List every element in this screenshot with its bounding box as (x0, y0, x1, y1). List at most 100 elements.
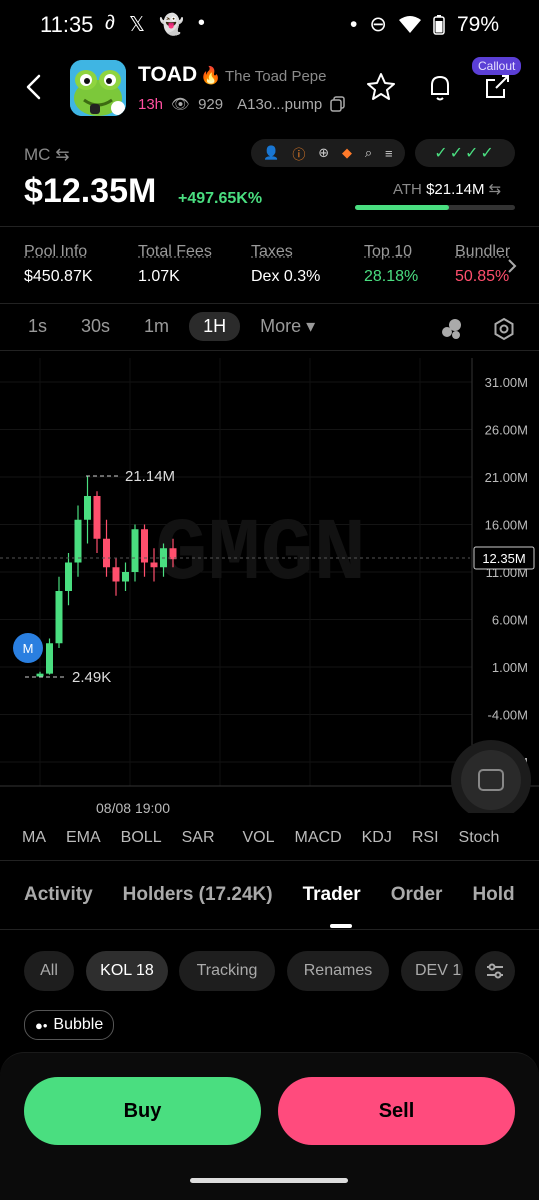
ath-value: $21.14M (426, 181, 485, 198)
y-tick-label: 31.00M (485, 375, 528, 390)
y-axis: 31.00M26.00M21.00M16.00M11.00M6.00M1.00M… (485, 375, 528, 770)
timeframe-2[interactable]: 1m (130, 312, 183, 341)
stat-value: Dex 0.3% (251, 268, 321, 285)
view-count: 929 (198, 95, 224, 113)
stat-label: Top 10 (364, 243, 413, 260)
x-icon: 𝕏 (128, 14, 146, 36)
tab-0[interactable]: Activity (24, 884, 93, 906)
indicator-bar: MA EMA BOLL SAR VOL MACD KDJ RSI Stoch (22, 829, 499, 847)
candle-body (36, 673, 44, 677)
swap-icon[interactable]: ⇆ (489, 181, 502, 198)
swap-icon: ⇆ (55, 145, 70, 164)
ath-label: ATH $21.14M ⇆ (393, 181, 502, 198)
indicator-macd[interactable]: MACD (295, 829, 342, 847)
token-name: The Toad Pepe (225, 68, 327, 85)
candle-body (122, 572, 129, 582)
candle-body (65, 562, 72, 591)
warning-icon: ⓘ (292, 146, 306, 162)
bubble-map-icon[interactable] (440, 318, 464, 340)
stat-value: 28.18% (364, 268, 419, 285)
settings-icon[interactable] (492, 317, 516, 341)
y-tick-label: 21.00M (485, 470, 528, 485)
copy-icon[interactable] (330, 96, 346, 112)
x-axis-label: 08/08 19:00 (96, 800, 170, 813)
market-cap-value: $12.35M (24, 172, 157, 210)
stat-bundler[interactable]: Bundler 50.85% (455, 243, 510, 286)
indicator-sar[interactable]: SAR (182, 829, 215, 847)
tab-3[interactable]: Order (391, 884, 443, 906)
candle-body (74, 519, 82, 563)
security-badges[interactable]: 👤 ⓘ ⊕ ◆ ⌕ ≡ (251, 139, 405, 167)
divider (0, 860, 539, 861)
stat-label: Taxes (251, 243, 293, 260)
home-indicator[interactable] (190, 1178, 348, 1183)
eye-icon: 👁 (171, 96, 191, 113)
stat-taxes[interactable]: Taxes Dex 0.3% (251, 243, 320, 286)
indicator-kdj[interactable]: KDJ (362, 829, 392, 847)
share-icon[interactable] (480, 70, 514, 104)
stat-pool-info[interactable]: Pool Info $450.87K (24, 243, 93, 286)
indicator-rsi[interactable]: RSI (412, 829, 439, 847)
filter-chip[interactable]: All (24, 951, 74, 991)
chevron-right-icon[interactable] (505, 258, 519, 274)
metamask-icon: ◆ (342, 145, 352, 160)
filter-chip[interactable]: Tracking (179, 951, 275, 991)
wallet-button-inner (461, 750, 521, 810)
status-time: 11:35 (40, 12, 94, 37)
y-tick-label: 6.00M (492, 613, 528, 628)
bubble-icon: ●• (35, 1017, 48, 1033)
tab-2[interactable]: Trader (303, 884, 361, 906)
battery-percent: 79% (456, 12, 499, 36)
timeframe-tabs: 1s 30s 1m 1H More ▾ (14, 312, 335, 341)
timeframe-4[interactable]: More ▾ (246, 312, 329, 341)
app-notification-icon: ∂ (105, 12, 115, 34)
y-tick-label: -4.00M (488, 708, 528, 723)
star-icon[interactable] (364, 70, 398, 104)
filter-settings-icon[interactable] (475, 951, 515, 991)
ath-progress-fill (355, 205, 450, 210)
checks-badge[interactable]: ✓✓✓✓ (415, 139, 515, 167)
indicator-vol[interactable]: VOL (243, 829, 275, 847)
chart-watermark: GMGN (155, 506, 366, 605)
toad-logo-icon (70, 60, 126, 116)
filter-chip[interactable]: DEV 1 (401, 951, 463, 991)
filter-chip[interactable]: KOL 18 (86, 951, 168, 991)
contract-address: A13o...pump (237, 95, 323, 113)
candle-body (55, 591, 63, 644)
globe-icon: ⊕ (318, 145, 330, 160)
dot-icon: • (197, 12, 205, 34)
candle-body (131, 529, 139, 572)
tab-4[interactable]: Hold (472, 884, 514, 906)
tab-1[interactable]: Holders (17.24K) (123, 884, 273, 906)
buy-button[interactable]: Buy (24, 1077, 261, 1145)
candle-body (150, 562, 158, 568)
indicator-boll[interactable]: BOLL (121, 829, 162, 847)
flame-icon: 🔥 (200, 66, 222, 85)
section-tabs: Activity Holders (17.24K) Trader Order Hold (24, 884, 515, 906)
timeframe-3[interactable]: 1H (189, 312, 241, 341)
token-age: 13h (138, 95, 164, 113)
candle-body (84, 496, 91, 520)
callout-badge[interactable]: Callout (472, 57, 522, 75)
dnd-icon: ⊖ (369, 13, 387, 36)
stat-total-fees[interactable]: Total Fees 1.07K (138, 243, 212, 286)
sell-button[interactable]: Sell (278, 1077, 515, 1145)
stat-label: Bundler (455, 243, 511, 260)
back-icon[interactable] (20, 72, 50, 102)
wifi-icon (398, 15, 421, 33)
ath-progress-bar (355, 205, 515, 210)
indicator-ema[interactable]: EMA (66, 829, 101, 847)
bubble-button[interactable]: ●• Bubble (24, 1010, 115, 1040)
indicator-ma[interactable]: MA (22, 829, 46, 847)
indicator-stoch[interactable]: Stoch (459, 829, 500, 847)
timeframe-0[interactable]: 1s (14, 312, 61, 341)
search-icon: ⌕ (364, 145, 373, 160)
mc-label[interactable]: MC ⇆ (24, 145, 69, 165)
token-symbol: TOAD (138, 63, 198, 86)
stat-top-10[interactable]: Top 10 28.18% (364, 243, 418, 286)
timeframe-1[interactable]: 30s (67, 312, 124, 341)
price-chart[interactable]: GMGN 31.00M26.00M21.00M16.00M11.00M6.00M… (0, 358, 539, 813)
filter-chip[interactable]: Renames (287, 951, 389, 991)
high-label: 21.14M (125, 468, 175, 485)
bell-icon[interactable] (423, 70, 457, 104)
